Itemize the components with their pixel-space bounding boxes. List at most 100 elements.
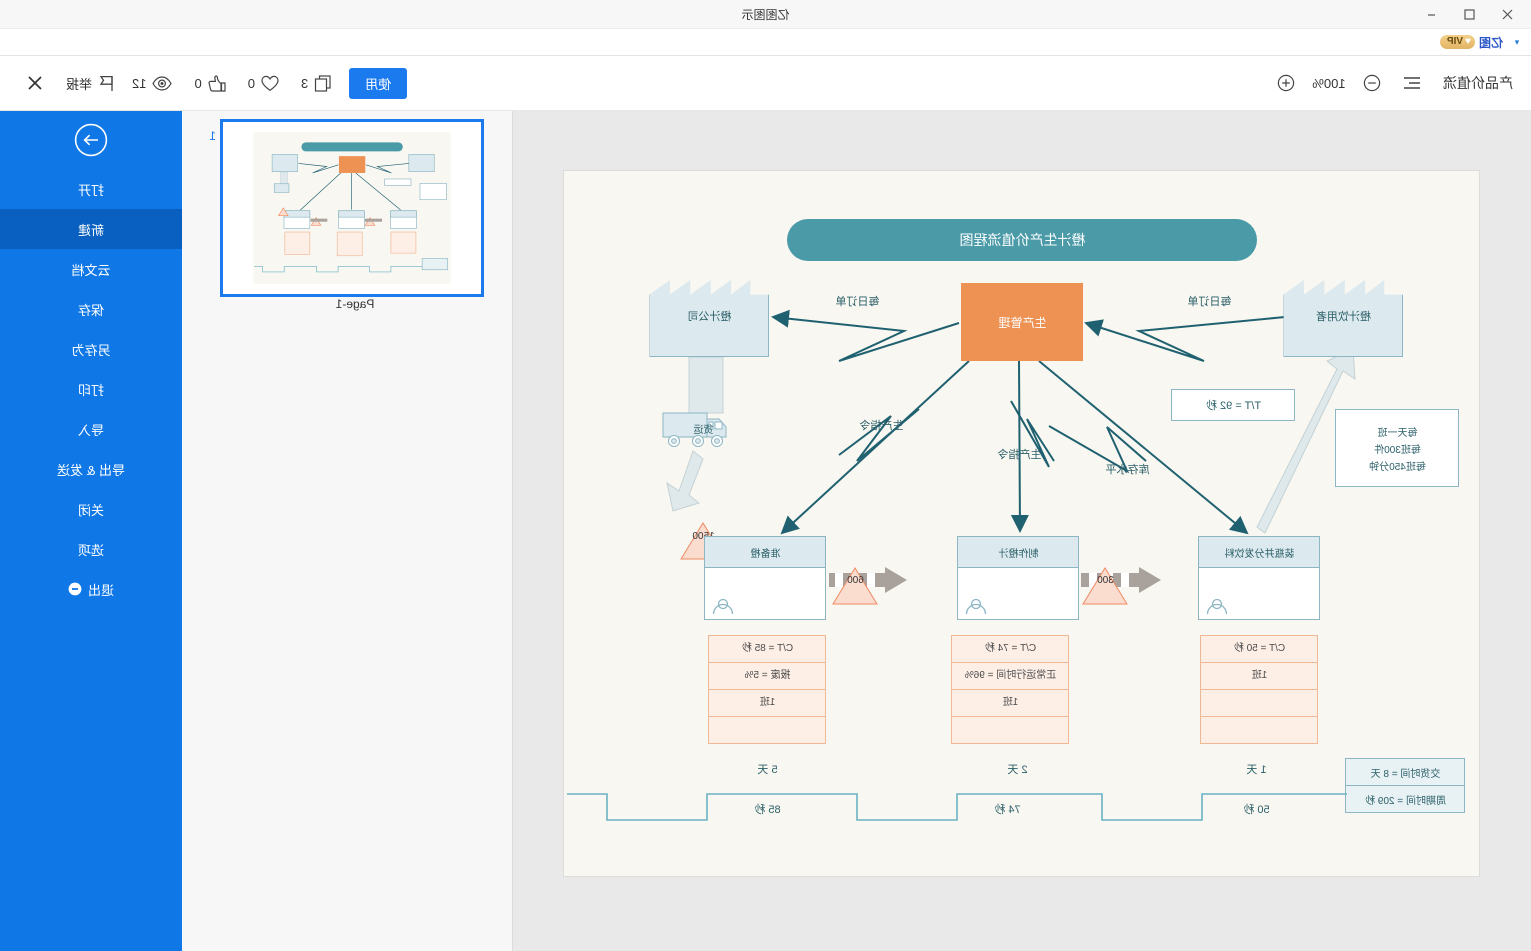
sidebar-item-cloud-docs[interactable]: 云文档 <box>0 249 182 289</box>
stat-group: 3 0 0 12 <box>132 74 331 92</box>
report-button[interactable]: 举报 <box>66 74 114 93</box>
close-icon <box>28 76 42 90</box>
report-label: 举报 <box>66 76 93 92</box>
data-box-1-row-1: C/T = 50 秒 <box>1201 636 1318 663</box>
backstage-sidebar: 打开 新建 云文档 保存 另存为 打印 导入 导出 & 发送 关闭 选项 退出 <box>0 111 182 951</box>
data-box-2-row-4 <box>953 717 1069 743</box>
arrow-right-circle-icon <box>74 123 108 157</box>
process-2-body <box>959 568 1079 619</box>
sidebar-item-save-as[interactable]: 另存为 <box>0 329 182 369</box>
sidebar-item-label: 另存为 <box>71 342 111 358</box>
diagram-canvas[interactable]: 橙汁生产价值流程图 300 600 1500 橙汁饮用者 橙汁公司 生产管理 每… <box>564 171 1480 876</box>
data-box-1[interactable]: C/T = 50 秒 1班 <box>1200 635 1319 744</box>
production-instruction-label-1: 生产指令 <box>997 449 1042 461</box>
sidebar-item-label: 云文档 <box>71 262 111 278</box>
close-window-button[interactable] <box>1489 1 1527 27</box>
sidebar-item-label: 导入 <box>78 422 105 438</box>
sidebar-item-options[interactable]: 选项 <box>0 529 182 569</box>
takt-time-box[interactable]: T/T = 92 秒 <box>1171 389 1296 421</box>
page-label[interactable]: Page-1 <box>226 297 484 311</box>
sidebar-item-label: 打开 <box>78 182 105 198</box>
main-body: 橙汁生产价值流程图 300 600 1500 橙汁饮用者 橙汁公司 生产管理 每… <box>0 111 1531 951</box>
heart-icon <box>261 75 279 91</box>
vip-badge[interactable]: ♥ VIP <box>1439 35 1475 49</box>
sidebar-item-print[interactable]: 打印 <box>0 369 182 409</box>
data-box-2[interactable]: C/T = 74 秒 正常运行时间 = 96% 1班 <box>951 635 1070 744</box>
brand-tab[interactable]: 亿图 ♥ VIP <box>1434 34 1509 51</box>
view-count-value: 12 <box>132 75 147 91</box>
timeline-seconds-2: 74 秒 <box>994 804 1021 816</box>
sidebar-item-new[interactable]: 新建 <box>0 209 182 249</box>
tab-dropdown-caret-icon[interactable]: ▾ <box>1509 37 1525 48</box>
operator-icon <box>1207 598 1228 615</box>
flag-icon <box>99 75 113 91</box>
production-control-box[interactable]: 生产管理 <box>961 283 1084 361</box>
eye-icon <box>152 75 173 91</box>
page-thumbnail[interactable] <box>220 119 484 297</box>
operator-icon <box>966 598 987 615</box>
view-count[interactable]: 12 <box>132 75 173 91</box>
like-count[interactable]: 0 <box>194 74 226 92</box>
data-box-1-row-4 <box>1202 717 1318 743</box>
canvas-area[interactable]: 橙汁生产价值流程图 300 600 1500 橙汁饮用者 橙汁公司 生产管理 每… <box>513 111 1531 951</box>
close-preview-button[interactable] <box>22 70 48 96</box>
copy-count-value: 3 <box>300 75 309 91</box>
mirrored-screen: 亿图图示 ▾ 亿图 ♥ VIP 产品价值流 100% 使用 3 0 0 12 举… <box>0 0 1531 951</box>
toolbar: 产品价值流 100% 使用 3 0 0 12 举报 <box>0 56 1531 111</box>
zoom-in-button[interactable] <box>1273 70 1299 96</box>
arrow-order-left <box>1084 316 1286 362</box>
process-1-name: 装瓶并分发饮料 <box>1199 537 1320 568</box>
process-box-1[interactable]: 装瓶并分发饮料 <box>1198 536 1321 620</box>
zoom-controls: 100% <box>1273 70 1385 96</box>
minimize-window-button[interactable] <box>1413 1 1451 27</box>
list-icon[interactable] <box>1399 70 1425 96</box>
data-box-2-row-2: 正常运行时间 = 96% <box>952 663 1069 690</box>
use-button[interactable]: 使用 <box>349 67 408 99</box>
process-box-2[interactable]: 制作橙汁 <box>957 536 1080 620</box>
timeline-summary-box[interactable]: 交货时间 = 8 天 周期时间 = 209 秒 <box>1345 758 1466 813</box>
app-title: 亿图图示 <box>741 7 790 22</box>
data-box-3[interactable]: C/T = 85 秒 报废 = 5% 1班 <box>708 635 827 744</box>
production-control-label: 生产管理 <box>998 315 1047 330</box>
timeline-days-1: 5 天 <box>757 764 778 776</box>
heart-count-value: 0 <box>247 75 255 91</box>
thumbnail-preview <box>253 132 451 284</box>
customer-demand-note[interactable]: 每天一班 每班300件 每班450分钟 <box>1335 409 1460 487</box>
zoom-level[interactable]: 100% <box>1309 76 1349 91</box>
sidebar-item-label: 保存 <box>78 302 105 318</box>
order-label-left: 每日订单 <box>1187 296 1232 308</box>
minus-circle-icon <box>68 582 82 596</box>
sidebar-item-open[interactable]: 打开 <box>0 169 182 209</box>
sidebar-item-export-send[interactable]: 导出 & 发送 <box>0 449 182 489</box>
zoom-out-button[interactable] <box>1359 70 1385 96</box>
lead-time-label: 交货时间 = 8 天 <box>1346 759 1465 786</box>
sidebar-item-exit[interactable]: 退出 <box>0 569 182 609</box>
order-label-right: 每日订单 <box>835 296 880 308</box>
heart-count[interactable]: 0 <box>248 75 279 92</box>
copy-count[interactable]: 3 <box>300 74 331 92</box>
sidebar-item-label: 新建 <box>78 222 105 238</box>
sidebar-item-import[interactable]: 导入 <box>0 409 182 449</box>
inventory-level-label: 库存水平 <box>1105 464 1150 476</box>
maximize-window-button[interactable] <box>1451 1 1489 27</box>
shipping-label: 货运 <box>693 425 714 436</box>
document-name: 产品价值流 <box>1443 75 1513 91</box>
data-box-2-row-1: C/T = 74 秒 <box>952 636 1069 663</box>
production-instruction-label-2: 生产指令 <box>859 420 904 432</box>
sidebar-item-label: 关闭 <box>78 502 105 518</box>
back-button[interactable] <box>0 111 182 169</box>
data-box-3-row-2: 报废 = 5% <box>709 663 826 690</box>
close-icon <box>1503 9 1513 19</box>
data-box-3-row-4 <box>710 717 826 743</box>
process-3-body <box>706 568 826 619</box>
process-box-3[interactable]: 准备橙 <box>704 536 827 620</box>
sidebar-item-save[interactable]: 保存 <box>0 289 182 329</box>
thumbs-up-icon <box>208 74 226 92</box>
application-window: 亿图图示 ▾ 亿图 ♥ VIP 产品价值流 100% 使用 3 0 0 12 举… <box>0 0 1531 951</box>
copy-icon <box>315 74 331 92</box>
process-3-name: 准备橙 <box>705 537 826 568</box>
sidebar-item-label: 导出 & 发送 <box>57 462 125 478</box>
page-thumbnail-panel: 1 Page-1 <box>182 111 513 951</box>
sidebar-item-close[interactable]: 关闭 <box>0 489 182 529</box>
timeline-seconds-3: 50 秒 <box>1243 804 1270 816</box>
